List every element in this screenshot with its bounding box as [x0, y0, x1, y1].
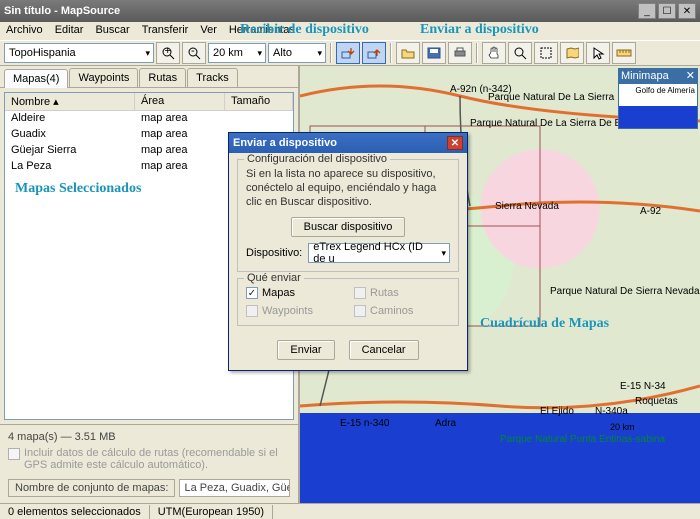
zoom-out-button[interactable]: -: [182, 42, 206, 64]
toolbar: TopoHispania + - 20 km Alto: [0, 40, 700, 66]
menu-transferir[interactable]: Transferir: [142, 24, 189, 38]
map-label: Parque Natural Punta Entinas-sabina: [500, 434, 665, 445]
list-header: Nombre ▴ Área Tamaño: [5, 93, 293, 111]
menu-ver[interactable]: Ver: [200, 24, 217, 38]
dialog-titlebar[interactable]: Enviar a dispositivo ✕: [229, 133, 467, 153]
map-count-size: 4 mapa(s) — 3.51 MB: [8, 431, 290, 443]
statusbar: 0 elementos seleccionados UTM(European 1…: [0, 503, 700, 519]
arrow-tool-button[interactable]: [586, 42, 610, 64]
mapset-name-value: La Peza, Guadix, Güejar: [179, 479, 290, 497]
measure-tool-button[interactable]: [612, 42, 636, 64]
list-row[interactable]: Aldeiremap area: [5, 111, 293, 127]
menubar: Archivo Editar Buscar Transferir Ver Her…: [0, 22, 700, 40]
cancel-button[interactable]: Cancelar: [349, 340, 419, 360]
dialog-title: Enviar a dispositivo: [233, 137, 337, 149]
send-button[interactable]: Enviar: [277, 340, 334, 360]
checkbox-icon: [8, 448, 20, 460]
map-label: Parque Natural De La Sierra De Baza: [470, 118, 637, 129]
zoom-in-button[interactable]: +: [156, 42, 180, 64]
status-selection: 0 elementos seleccionados: [0, 505, 150, 519]
product-select[interactable]: TopoHispania: [4, 43, 154, 63]
menu-archivo[interactable]: Archivo: [6, 24, 43, 38]
zoom-select[interactable]: 20 km: [208, 43, 266, 63]
menu-editar[interactable]: Editar: [55, 24, 84, 38]
device-config-group: Configuración del dispositivo Si en la l…: [237, 159, 459, 272]
toolbar-separator: [390, 43, 392, 63]
status-datum: UTM(European 1950): [150, 505, 273, 519]
tabs: Mapas(4) Waypoints Rutas Tracks: [0, 66, 298, 88]
menu-herramientas[interactable]: Herramientas: [229, 24, 295, 38]
map-label: E-15 n-340: [340, 418, 389, 429]
map-label: Adra: [435, 418, 456, 429]
tab-waypoints[interactable]: Waypoints: [69, 68, 138, 87]
minimap[interactable]: Minimapa ✕ Golfo de Almería: [618, 68, 698, 129]
svg-text:+: +: [165, 46, 171, 57]
svg-text:-: -: [191, 46, 195, 57]
minimap-title: Minimapa: [621, 70, 669, 82]
group-legend: Qué enviar: [244, 272, 304, 284]
minimap-body: Golfo de Almería: [618, 83, 698, 129]
device-label: Dispositivo:: [246, 247, 302, 259]
col-tamano[interactable]: Tamaño: [225, 93, 293, 110]
checkbox-waypoints: Waypoints: [246, 305, 342, 317]
checkbox-rutas: Rutas: [354, 287, 450, 299]
dialog-close-button[interactable]: ✕: [447, 136, 463, 150]
toolbar-separator: [330, 43, 332, 63]
send-to-device-button[interactable]: [362, 42, 386, 64]
tab-mapas[interactable]: Mapas(4): [4, 69, 68, 88]
checkbox-mapas[interactable]: ✓Mapas: [246, 287, 342, 299]
print-button[interactable]: [448, 42, 472, 64]
map-label: El Ejido: [540, 406, 574, 417]
window-title: Sin título - MapSource: [4, 5, 638, 17]
device-select[interactable]: eTrex Legend HCx (ID de u: [308, 243, 450, 263]
minimap-close-icon[interactable]: ✕: [686, 69, 695, 82]
map-scale: 20 km: [610, 422, 635, 432]
map-label: E-15 N-34: [620, 381, 666, 392]
map-label: Parque Natural De Sierra Nevada: [550, 286, 700, 297]
receive-from-device-button[interactable]: [336, 42, 360, 64]
annotation-mapas-sel: Mapas Seleccionados: [15, 181, 141, 197]
map-label: Roquetas: [635, 396, 678, 407]
map-label: A-92: [640, 206, 661, 217]
save-button[interactable]: [422, 42, 446, 64]
include-routing-checkbox[interactable]: Incluir datos de cálculo de rutas (recom…: [8, 447, 290, 471]
tab-rutas[interactable]: Rutas: [139, 68, 186, 87]
find-device-button[interactable]: Buscar dispositivo: [291, 217, 406, 237]
send-to-device-dialog: Enviar a dispositivo ✕ Configuración del…: [228, 132, 468, 371]
checkbox-icon: [354, 305, 366, 317]
maximize-button[interactable]: ☐: [658, 3, 676, 19]
zoom-tool-button[interactable]: [508, 42, 532, 64]
map-label: Sierra Nevada: [495, 201, 559, 212]
col-area[interactable]: Área: [135, 93, 225, 110]
open-button[interactable]: [396, 42, 420, 64]
select-tool-button[interactable]: [534, 42, 558, 64]
checkbox-icon: ✓: [246, 287, 258, 299]
map-label: N-340a: [595, 406, 628, 417]
checkbox-icon: [354, 287, 366, 299]
minimize-button[interactable]: _: [638, 3, 656, 19]
toolbar-separator: [476, 43, 478, 63]
what-to-send-group: Qué enviar ✓Mapas Rutas Waypoints Camino…: [237, 278, 459, 326]
mapset-name-label[interactable]: Nombre de conjunto de mapas:: [8, 479, 175, 497]
detail-select[interactable]: Alto: [268, 43, 326, 63]
hand-tool-button[interactable]: [482, 42, 506, 64]
map-tool-button[interactable]: [560, 42, 584, 64]
bottom-summary: 4 mapa(s) — 3.51 MB Incluir datos de cál…: [0, 424, 298, 503]
checkbox-caminos: Caminos: [354, 305, 450, 317]
group-legend: Configuración del dispositivo: [244, 153, 390, 165]
checkbox-icon: [246, 305, 258, 317]
window-titlebar: Sin título - MapSource _ ☐ ✕: [0, 0, 700, 22]
tab-tracks[interactable]: Tracks: [187, 68, 238, 87]
device-help-text: Si en la lista no aparece su dispositivo…: [246, 168, 450, 209]
col-nombre[interactable]: Nombre ▴: [5, 93, 135, 110]
map-label: Parque Natural De La Sierra: [488, 92, 614, 103]
close-button[interactable]: ✕: [678, 3, 696, 19]
menu-buscar[interactable]: Buscar: [95, 24, 129, 38]
